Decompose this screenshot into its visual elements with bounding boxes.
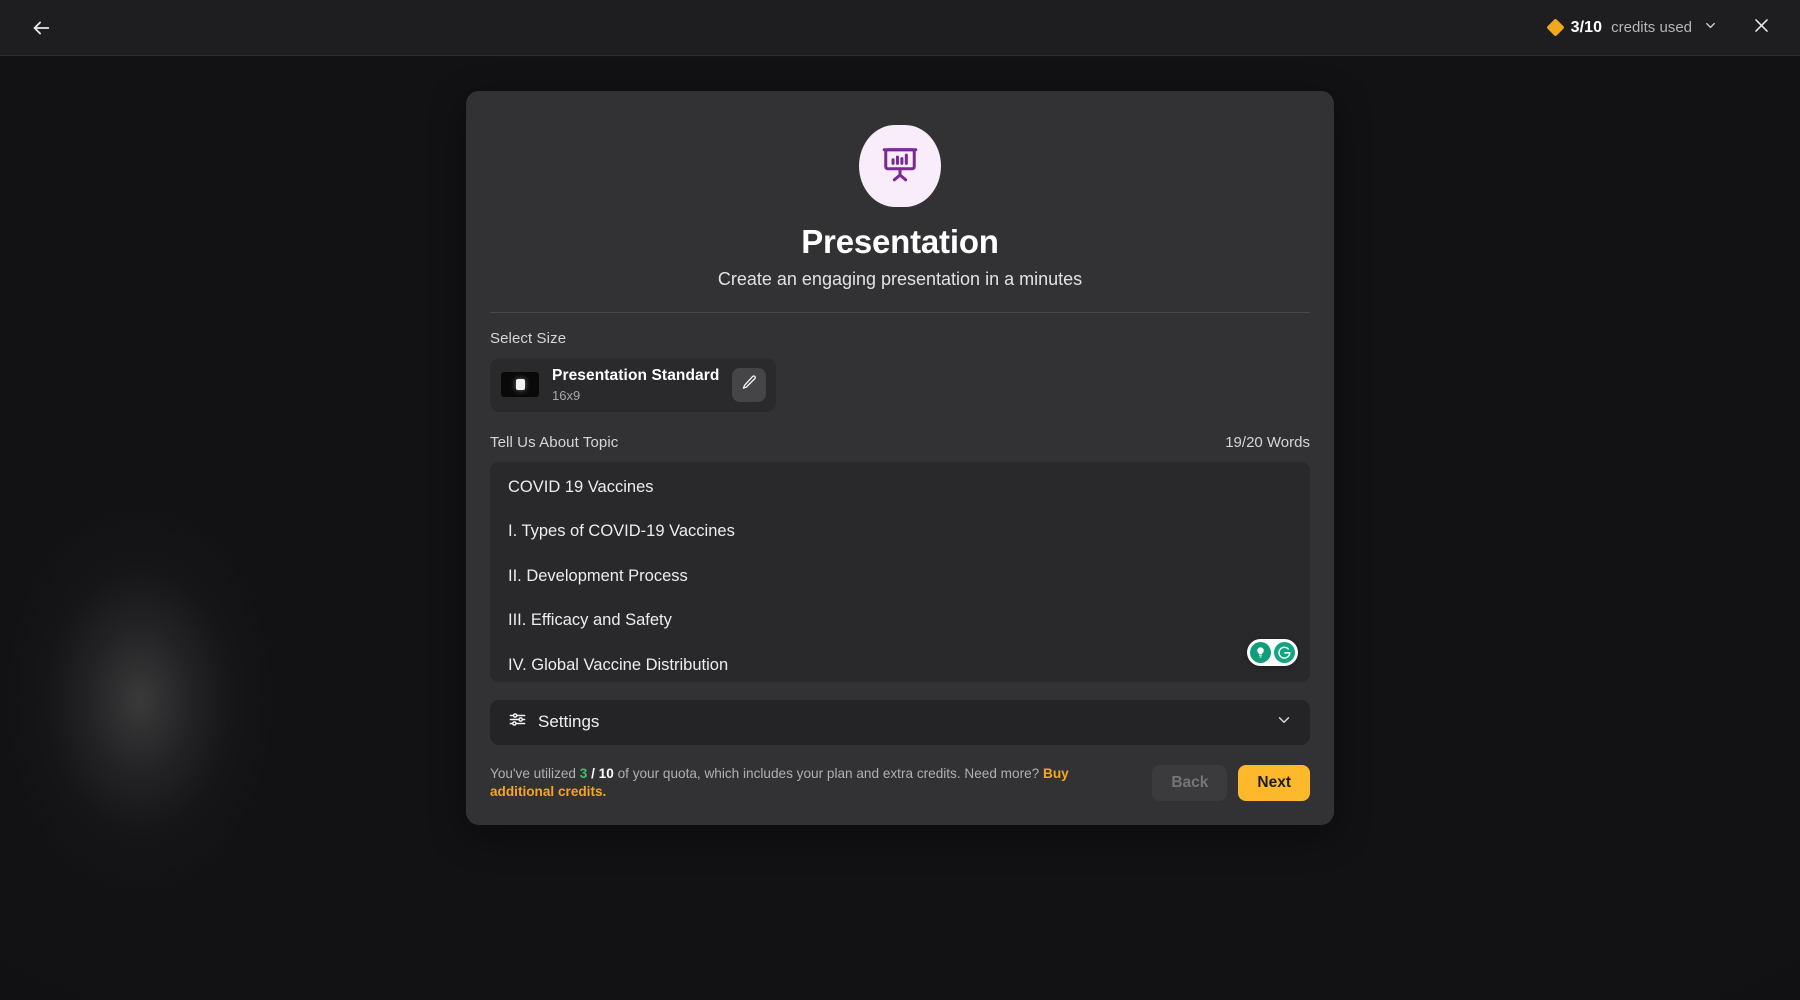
topic-label: Tell Us About Topic [490,433,619,451]
topic-line: I. Types of COVID-19 Vaccines [508,522,735,541]
size-option-texts: Presentation Standard 16x9 [552,367,719,403]
edit-size-button[interactable] [732,367,767,402]
pencil-icon [741,374,758,396]
card-body: Select Size Presentation Standard 16x9 T… [466,313,1334,745]
sliders-icon [508,710,527,734]
credits-count-label: 3/10 [1570,18,1603,36]
page-title: Presentation [801,223,999,260]
quota-message: You've utilized 3 / 10 of your quota, wh… [490,765,1134,800]
chevron-down-icon [1703,18,1718,38]
topic-line: III. Efficacy and Safety [508,611,672,630]
size-option-name: Presentation Standard [552,366,720,384]
arrow-left-icon [30,17,52,39]
credits-used-label: credits used [1611,19,1692,36]
credits-used-chip[interactable]: 3/10 credits used [1545,14,1720,42]
size-option-presentation-standard[interactable]: Presentation Standard 16x9 [490,357,777,412]
word-count-label: 19/20 Words [1225,433,1310,451]
card-header: Presentation Create an engaging presenta… [466,125,1334,290]
top-bar-right-group: 3/10 credits used [1545,11,1778,45]
lightbulb-icon[interactable] [1250,641,1271,663]
select-size-label: Select Size [490,329,567,347]
card-footer: You've utilized 3 / 10 of your quota, wh… [466,764,1334,825]
chevron-down-icon[interactable] [1275,711,1293,734]
topic-line: II. Development Process [508,566,688,585]
quota-total-value: 10 [598,766,614,782]
diamond-icon [1545,18,1565,37]
page-subtitle: Create an engaging presentation in a min… [717,268,1083,289]
settings-accordion[interactable]: Settings [490,699,1310,745]
hero-icon-badge [859,125,941,207]
slide-thumbnail-icon [501,372,539,398]
presentation-setup-card: Presentation Create an engaging presenta… [466,91,1334,825]
size-selector-row: Presentation Standard 16x9 [490,357,1310,412]
topic-header-row: Tell Us About Topic 19/20 Words [490,434,1310,451]
topic-line: COVID 19 Vaccines [508,477,654,496]
settings-label: Settings [538,712,600,732]
quota-prefix: You've utilized [490,766,576,782]
next-button[interactable]: Next [1238,764,1310,801]
footer-actions: Back Next [1152,764,1310,801]
grammarly-badge[interactable] [1247,638,1298,666]
presentation-chart-icon [881,145,919,188]
size-option-ratio: 16x9 [552,387,581,403]
topic-line: IV. Global Vaccine Distribution [508,655,729,674]
back-button[interactable]: Back [1152,764,1228,801]
app-background: 3/10 credits used Presentation Create an… [0,0,1800,1000]
topic-textarea[interactable]: COVID 19 Vaccines I. Types of COVID-19 V… [490,461,1310,682]
back-navigation-button[interactable] [22,9,60,47]
close-icon [1752,16,1771,40]
close-button[interactable] [1744,11,1778,45]
quota-separator: / [591,766,595,782]
grammarly-g-icon[interactable] [1274,641,1295,663]
quota-suffix: of your quota, which includes your plan … [617,766,1040,782]
top-bar: 3/10 credits used [0,0,1800,56]
quota-used-value: 3 [579,766,588,782]
settings-left-group: Settings [508,710,599,734]
